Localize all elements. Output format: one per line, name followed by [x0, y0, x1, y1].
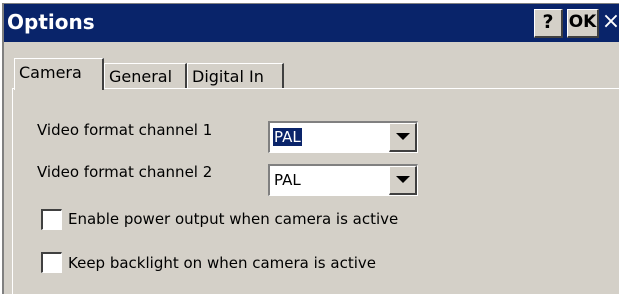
- video-format-channel-1-select[interactable]: PAL: [268, 121, 418, 153]
- backlight-label[interactable]: Keep backlight on when camera is active: [68, 253, 376, 273]
- dialog-title: Options: [7, 10, 95, 34]
- video-format-channel-2-value: PAL: [274, 171, 301, 189]
- tab-camera[interactable]: Camera: [14, 58, 104, 90]
- video-format-channel-1-value: PAL: [273, 128, 302, 146]
- video-format-channel-2-label: Video format channel 2: [37, 163, 213, 181]
- video-format-channel-1-label: Video format channel 1: [37, 121, 213, 139]
- backlight-checkbox[interactable]: [41, 252, 62, 273]
- help-button[interactable]: ?: [534, 9, 563, 38]
- video-format-channel-2-select[interactable]: PAL: [268, 164, 418, 196]
- tab-general[interactable]: General: [104, 63, 187, 89]
- power-output-checkbox[interactable]: [41, 209, 62, 230]
- title-bar[interactable]: Options ? OK ×: [4, 4, 619, 42]
- options-dialog: Options ? OK × Camera General Digital In…: [2, 3, 619, 298]
- power-output-label[interactable]: Enable power output when camera is activ…: [68, 209, 398, 229]
- close-button[interactable]: ×: [601, 8, 619, 37]
- tab-digital-in[interactable]: Digital In: [187, 63, 284, 89]
- chevron-down-icon[interactable]: [389, 123, 417, 152]
- ok-button[interactable]: OK: [567, 9, 599, 38]
- chevron-down-icon[interactable]: [389, 166, 417, 195]
